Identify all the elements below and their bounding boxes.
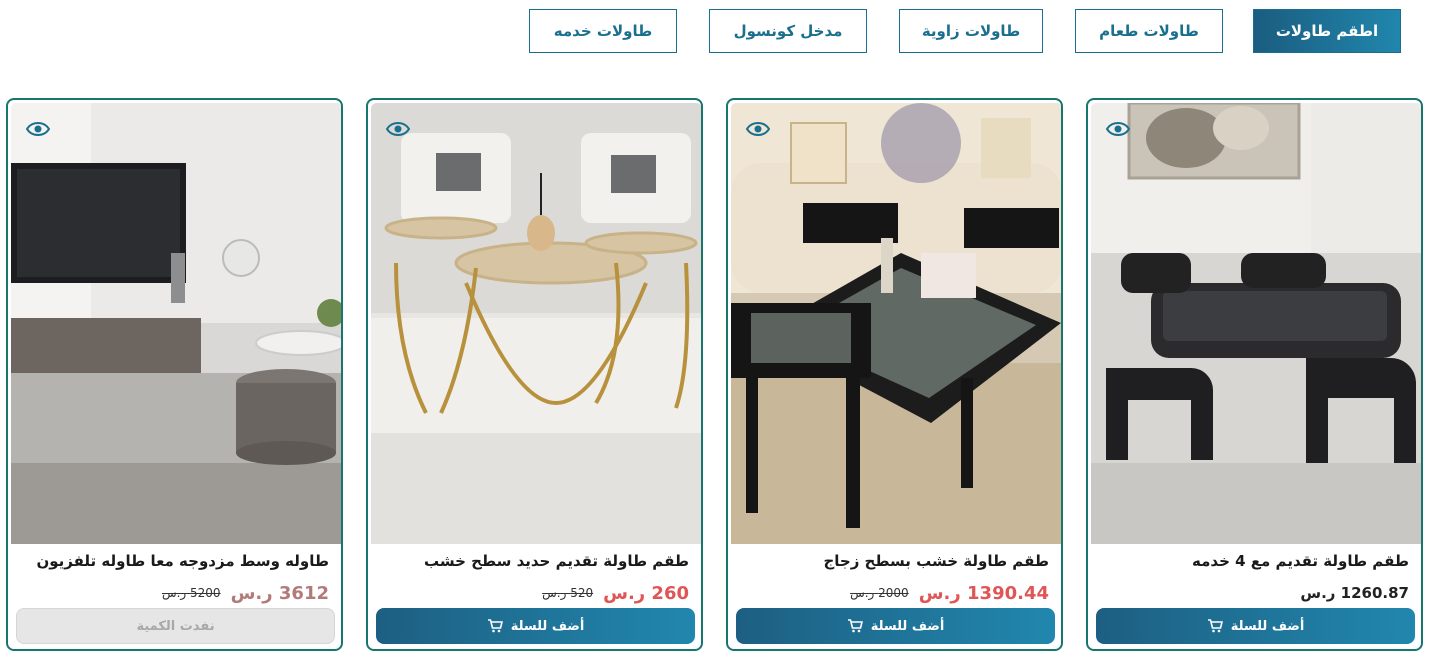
add-to-cart-label: أضف للسلة [870, 618, 945, 634]
add-to-cart-button[interactable]: أضف للسلة [736, 608, 1055, 644]
cart-icon [487, 619, 503, 633]
category-tabs: اطقم طاولات طاولات طعام طاولات زاوية مدخ… [0, 9, 1438, 53]
original-price: 2000 ر.س [850, 586, 909, 600]
product-image[interactable] [731, 103, 1061, 544]
product-image[interactable] [1091, 103, 1421, 544]
product-title[interactable]: طقم طاولة تقديم حديد سطح خشب [376, 552, 689, 576]
product-card[interactable]: طقم طاولة خشب بسطح زجاج 1390.44 ر.س 2000… [726, 98, 1063, 651]
tab-corner-tables[interactable]: طاولات زاوية [899, 9, 1043, 53]
add-to-cart-button[interactable]: أضف للسلة [376, 608, 695, 644]
eye-icon[interactable] [386, 120, 410, 138]
add-to-cart-label: أضف للسلة [510, 618, 585, 634]
add-to-cart-label: أضف للسلة [1230, 618, 1305, 634]
product-title[interactable]: طقم طاولة تقديم مع 4 خدمه [1096, 552, 1409, 576]
original-price: 5200 ر.س [161, 586, 221, 600]
product-price: 1260.87 ر.س [1300, 584, 1409, 602]
cart-icon [847, 619, 863, 633]
product-image[interactable] [371, 103, 701, 544]
product-price: 3612 ر.س [230, 582, 329, 604]
product-title[interactable]: طاوله وسط مزدوجه معا طاوله تلفزيون [16, 552, 329, 576]
tab-console-entry[interactable]: مدخل كونسول [709, 9, 867, 53]
eye-icon[interactable] [1106, 120, 1130, 138]
tab-table-sets[interactable]: اطقم طاولات [1253, 9, 1401, 53]
product-price: 260 ر.س [603, 582, 689, 604]
eye-icon[interactable] [746, 120, 770, 138]
product-card[interactable]: طقم طاولة تقديم حديد سطح خشب 260 ر.س 520… [366, 98, 703, 651]
eye-icon[interactable] [26, 120, 50, 138]
product-price: 1390.44 ر.س [918, 582, 1049, 604]
product-title[interactable]: طقم طاولة خشب بسطح زجاج [736, 552, 1049, 576]
cart-icon [1207, 619, 1223, 633]
product-card[interactable]: طقم طاولة تقديم مع 4 خدمه 1260.87 ر.س أض… [1086, 98, 1423, 651]
add-to-cart-button[interactable]: أضف للسلة [1096, 608, 1415, 644]
price-row: 3612 ر.س 5200 ر.س [16, 580, 329, 606]
product-image[interactable] [11, 103, 341, 544]
original-price: 520 ر.س [542, 586, 594, 600]
tab-service-tables[interactable]: طاولات خدمه [529, 9, 677, 53]
price-row: 260 ر.س 520 ر.س [376, 580, 689, 606]
tab-dining-tables[interactable]: طاولات طعام [1075, 9, 1223, 53]
out-of-stock-button[interactable]: نفدت الكمية [16, 608, 335, 644]
price-row: 1390.44 ر.س 2000 ر.س [736, 580, 1049, 606]
price-row: 1260.87 ر.س [1096, 580, 1409, 606]
product-card[interactable]: طاوله وسط مزدوجه معا طاوله تلفزيون 3612 … [6, 98, 343, 651]
